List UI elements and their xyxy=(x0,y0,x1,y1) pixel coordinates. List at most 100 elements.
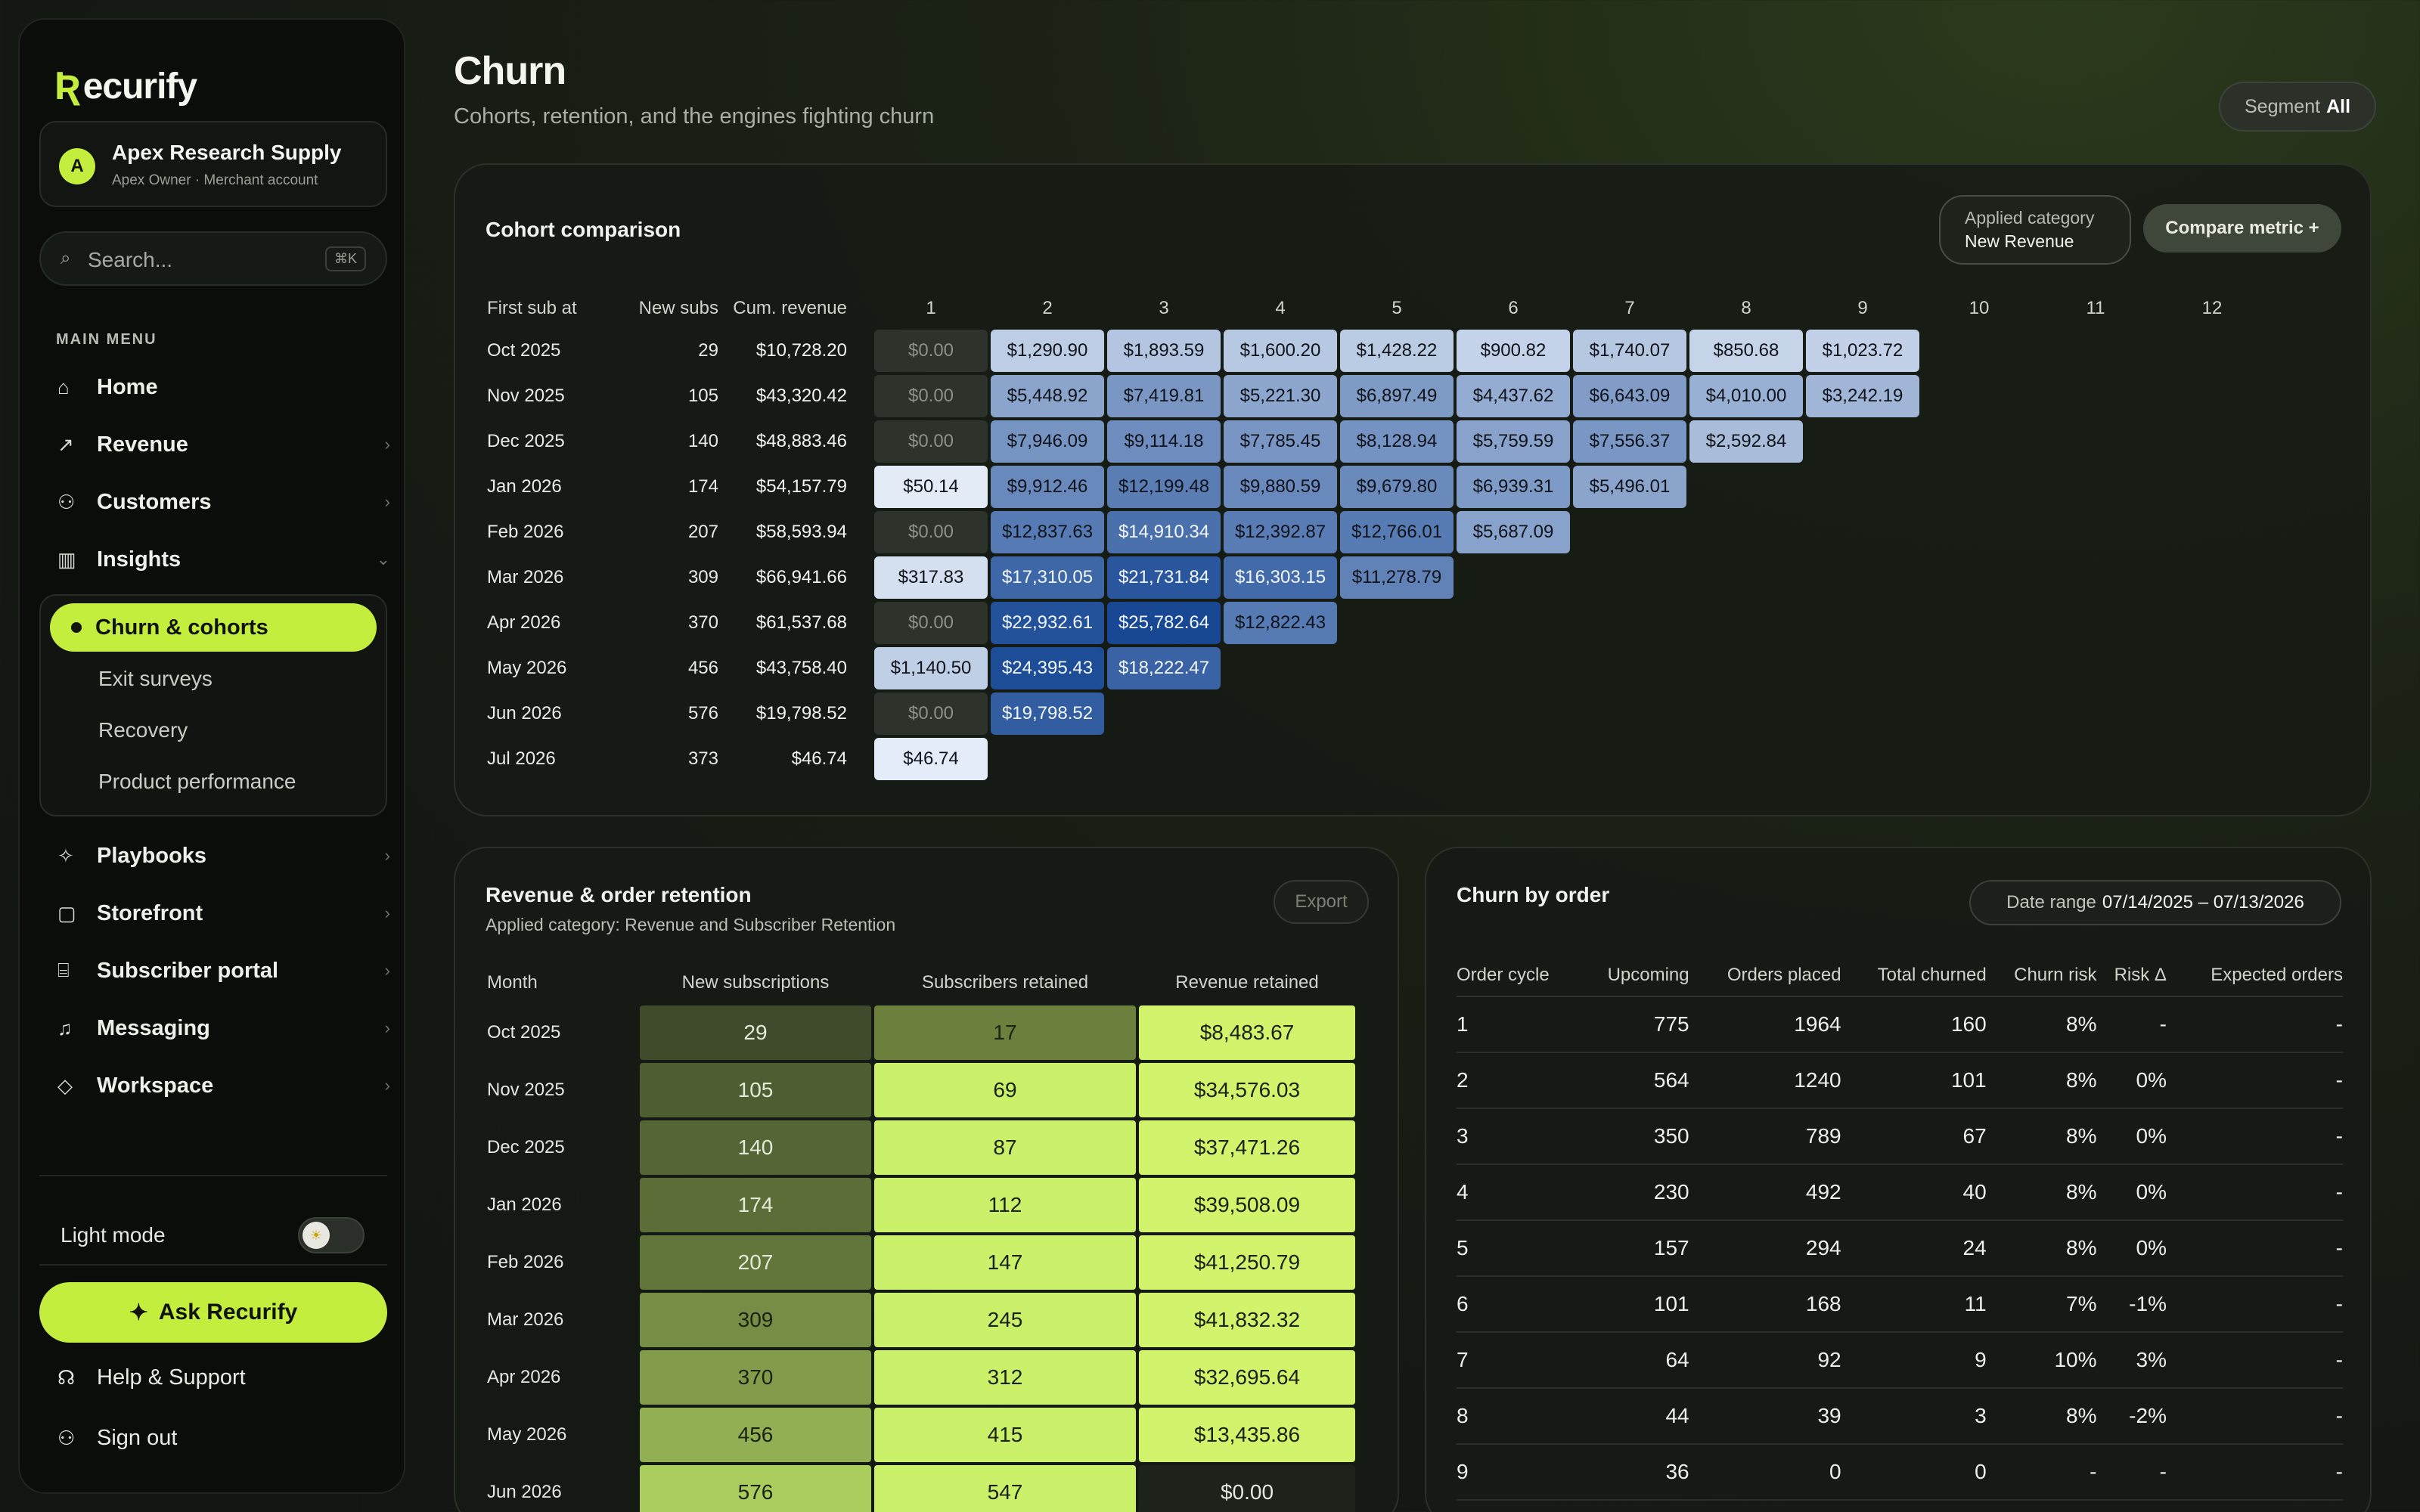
account-switcher[interactable]: A Apex Research Supply Apex Owner · Merc… xyxy=(39,121,387,207)
retention-revenue-retained: $37,471.26 xyxy=(1139,1120,1355,1175)
sub-item-product-performance[interactable]: Product performance xyxy=(98,770,296,794)
chevron-right-icon: › xyxy=(384,846,390,865)
cohort-new-subs: 309 xyxy=(687,567,718,587)
cohort-empty-cell xyxy=(2039,466,2152,508)
cohort-cell: $19,798.52 xyxy=(991,692,1104,735)
help-support-link[interactable]: ☊ Help & Support xyxy=(57,1359,390,1396)
nav-customers[interactable]: ⚇ Customers › xyxy=(57,481,390,523)
churn-row: 6 101 168 11 7% -1% - xyxy=(1457,1276,2343,1333)
cohort-cell: $12,822.43 xyxy=(1224,602,1337,644)
churn-risk: 10% xyxy=(1986,1332,2097,1389)
churn-expected-orders: - xyxy=(2166,1276,2343,1333)
nav-insights[interactable]: ▥ Insights ⌄ xyxy=(57,538,390,581)
nav-messaging[interactable]: ♫ Messaging › xyxy=(57,1007,390,1049)
cohort-empty-cell xyxy=(1689,692,1803,735)
nav-customers-label: Customers xyxy=(97,489,212,514)
compare-metric-button[interactable]: Compare metric + xyxy=(2143,204,2341,253)
cohort-cell: $4,010.00 xyxy=(1689,375,1803,417)
churn-orders-placed: 492 xyxy=(1689,1164,1841,1221)
churn-col-header: Orders placed xyxy=(1689,954,1841,997)
cohort-cell: $17,310.05 xyxy=(991,556,1104,599)
cohort-empty-cell xyxy=(1806,602,1919,644)
sub-item-churn-cohorts[interactable]: Churn & cohorts xyxy=(50,603,377,652)
churn-expected-orders: - xyxy=(2166,1164,2343,1221)
cohort-cell: $21,731.84 xyxy=(1107,556,1221,599)
nav-insights-label: Insights xyxy=(97,547,182,572)
retention-revenue-retained: $39,508.09 xyxy=(1139,1178,1355,1232)
cohort-col-header: 10 xyxy=(1969,298,1990,318)
churn-orders-placed: 1240 xyxy=(1689,1052,1841,1109)
churn-risk: 8% xyxy=(1986,996,2097,1053)
cohort-empty-cell xyxy=(2039,375,2152,417)
cohort-comparison-card: Cohort comparison Applied category New R… xyxy=(454,163,2372,816)
retention-card: Revenue & order retention Applied catego… xyxy=(454,847,1399,1512)
cohort-empty-cell xyxy=(1689,511,1803,553)
cohort-cum-revenue: $43,320.42 xyxy=(755,386,847,406)
cohort-empty-cell xyxy=(1689,647,1803,689)
retention-month: Jan 2026 xyxy=(487,1194,562,1215)
cohort-empty-cell xyxy=(1689,602,1803,644)
churn-order-cycle: 1 xyxy=(1457,996,1581,1053)
nav-subscriber-portal[interactable]: ⌸ Subscriber portal › xyxy=(57,950,390,992)
cohort-cell: $850.68 xyxy=(1689,330,1803,372)
account-name: Apex Research Supply xyxy=(112,141,342,164)
cohort-col-header: 6 xyxy=(1508,298,1519,318)
sub-item-recovery[interactable]: Recovery xyxy=(98,718,188,742)
segment-filter[interactable]: Segment All xyxy=(2219,82,2377,132)
cohort-empty-cell xyxy=(1689,466,1803,508)
recurify-logo[interactable]: Ʀ ecurify xyxy=(54,64,197,109)
retention-new-subs: 174 xyxy=(640,1178,871,1232)
cohort-empty-cell xyxy=(1573,556,1686,599)
cohort-cum-revenue: $66,941.66 xyxy=(755,567,847,587)
retention-row: May 2026 456 415 $13,435.86 xyxy=(486,1408,1355,1462)
sub-item-churn-cohorts-label: Churn & cohorts xyxy=(95,615,268,640)
nav-revenue-label: Revenue xyxy=(97,432,188,457)
applied-category-selector[interactable]: Applied category New Revenue xyxy=(1939,195,2131,265)
churn-order-cycle: 7 xyxy=(1457,1332,1581,1389)
cohort-empty-cell xyxy=(1457,692,1570,735)
cohort-empty-cell xyxy=(2155,556,2269,599)
segment-label: Segment xyxy=(2245,95,2321,117)
cohort-col-header: 1 xyxy=(926,298,936,318)
retention-subs-retained: 415 xyxy=(874,1408,1136,1462)
cohort-col-header: 2 xyxy=(1042,298,1053,318)
cohort-cell: $1,893.59 xyxy=(1107,330,1221,372)
nav-storefront[interactable]: ▢ Storefront › xyxy=(57,892,390,934)
retention-new-subs: 576 xyxy=(640,1465,871,1512)
cohort-empty-cell xyxy=(1224,647,1337,689)
page-subtitle: Cohorts, retention, and the engines figh… xyxy=(454,104,935,129)
churn-total-churned: 160 xyxy=(1841,996,1987,1053)
cohort-cell: $2,592.84 xyxy=(1689,420,1803,463)
sub-item-exit-surveys[interactable]: Exit surveys xyxy=(98,667,213,691)
churn-order-cycle: 4 xyxy=(1457,1164,1581,1221)
cohort-row: Mar 2026 309 $66,941.66 $317.83 $17,310.05 $2… xyxy=(486,556,2269,599)
ask-recurify-button[interactable]: ✦ Ask Recurify xyxy=(39,1282,387,1343)
churn-expected-orders: - xyxy=(2166,1108,2343,1165)
cohort-empty-cell xyxy=(2155,738,2269,780)
light-mode-toggle[interactable]: ☀ xyxy=(298,1217,365,1253)
cohort-col-header: Cum. revenue xyxy=(733,298,847,318)
nav-playbooks[interactable]: ✧ Playbooks › xyxy=(57,835,390,877)
nav-workspace[interactable]: ◇ Workspace › xyxy=(57,1064,390,1107)
cohort-col-header: 7 xyxy=(1624,298,1635,318)
churn-upcoming: 775 xyxy=(1580,996,1689,1053)
cohort-empty-cell xyxy=(1806,420,1919,463)
churn-risk: - xyxy=(1986,1444,2097,1501)
sign-out-link[interactable]: ⚇ Sign out xyxy=(57,1420,390,1456)
search-input[interactable]: ⌕ Search... ⌘K xyxy=(39,231,387,286)
churn-total-churned: 24 xyxy=(1841,1220,1987,1277)
chevron-right-icon: › xyxy=(384,961,390,980)
retention-month: Apr 2026 xyxy=(487,1367,561,1387)
nav-playbooks-label: Playbooks xyxy=(97,843,207,868)
churn-orders-placed: 0 xyxy=(1689,1444,1841,1501)
sidebar-divider xyxy=(39,1175,387,1176)
date-range-picker[interactable]: Date range 07/14/2025 – 07/13/2026 xyxy=(1969,880,2341,925)
nav-revenue[interactable]: ↗ Revenue › xyxy=(57,423,390,466)
chevron-right-icon: › xyxy=(384,492,390,511)
churn-col-header: Order cycle xyxy=(1457,954,1581,997)
nav-home[interactable]: ⌂ Home xyxy=(57,366,390,408)
cohort-empty-cell xyxy=(1340,692,1454,735)
churn-order-cycle: 8 xyxy=(1457,1388,1581,1445)
export-button[interactable]: Export xyxy=(1274,880,1369,924)
cohort-cell: $6,939.31 xyxy=(1457,466,1570,508)
